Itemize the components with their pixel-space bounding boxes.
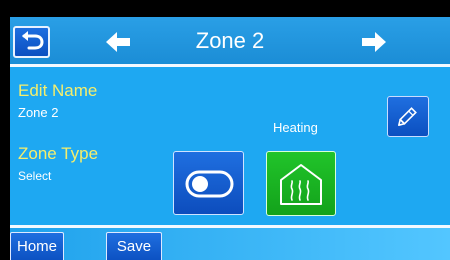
footer-bar (10, 228, 450, 260)
heating-house-icon (280, 164, 322, 205)
screen: Zone 2 Edit Name Zone 2 Heating Zone Typ… (10, 17, 450, 260)
edit-name-label: Edit Name (18, 81, 98, 100)
edit-name-button[interactable] (387, 96, 429, 137)
zone-type-select-label: Select (18, 169, 52, 183)
right-arrow-icon (362, 32, 386, 52)
zone-name-value: Zone 2 (18, 105, 59, 120)
heating-mode-button[interactable] (266, 151, 336, 216)
save-button[interactable]: Save (106, 232, 162, 260)
next-zone-button[interactable] (360, 31, 388, 53)
mode-label: Heating (273, 120, 318, 135)
pencil-icon (398, 107, 417, 126)
header-bar: Zone 2 (10, 17, 450, 64)
toggle-icon (185, 170, 234, 198)
device-frame: Zone 2 Edit Name Zone 2 Heating Zone Typ… (0, 0, 450, 260)
home-button[interactable]: Home (10, 232, 64, 260)
zone-type-label: Zone Type (18, 144, 99, 163)
zone-type-toggle-button[interactable] (173, 151, 244, 215)
